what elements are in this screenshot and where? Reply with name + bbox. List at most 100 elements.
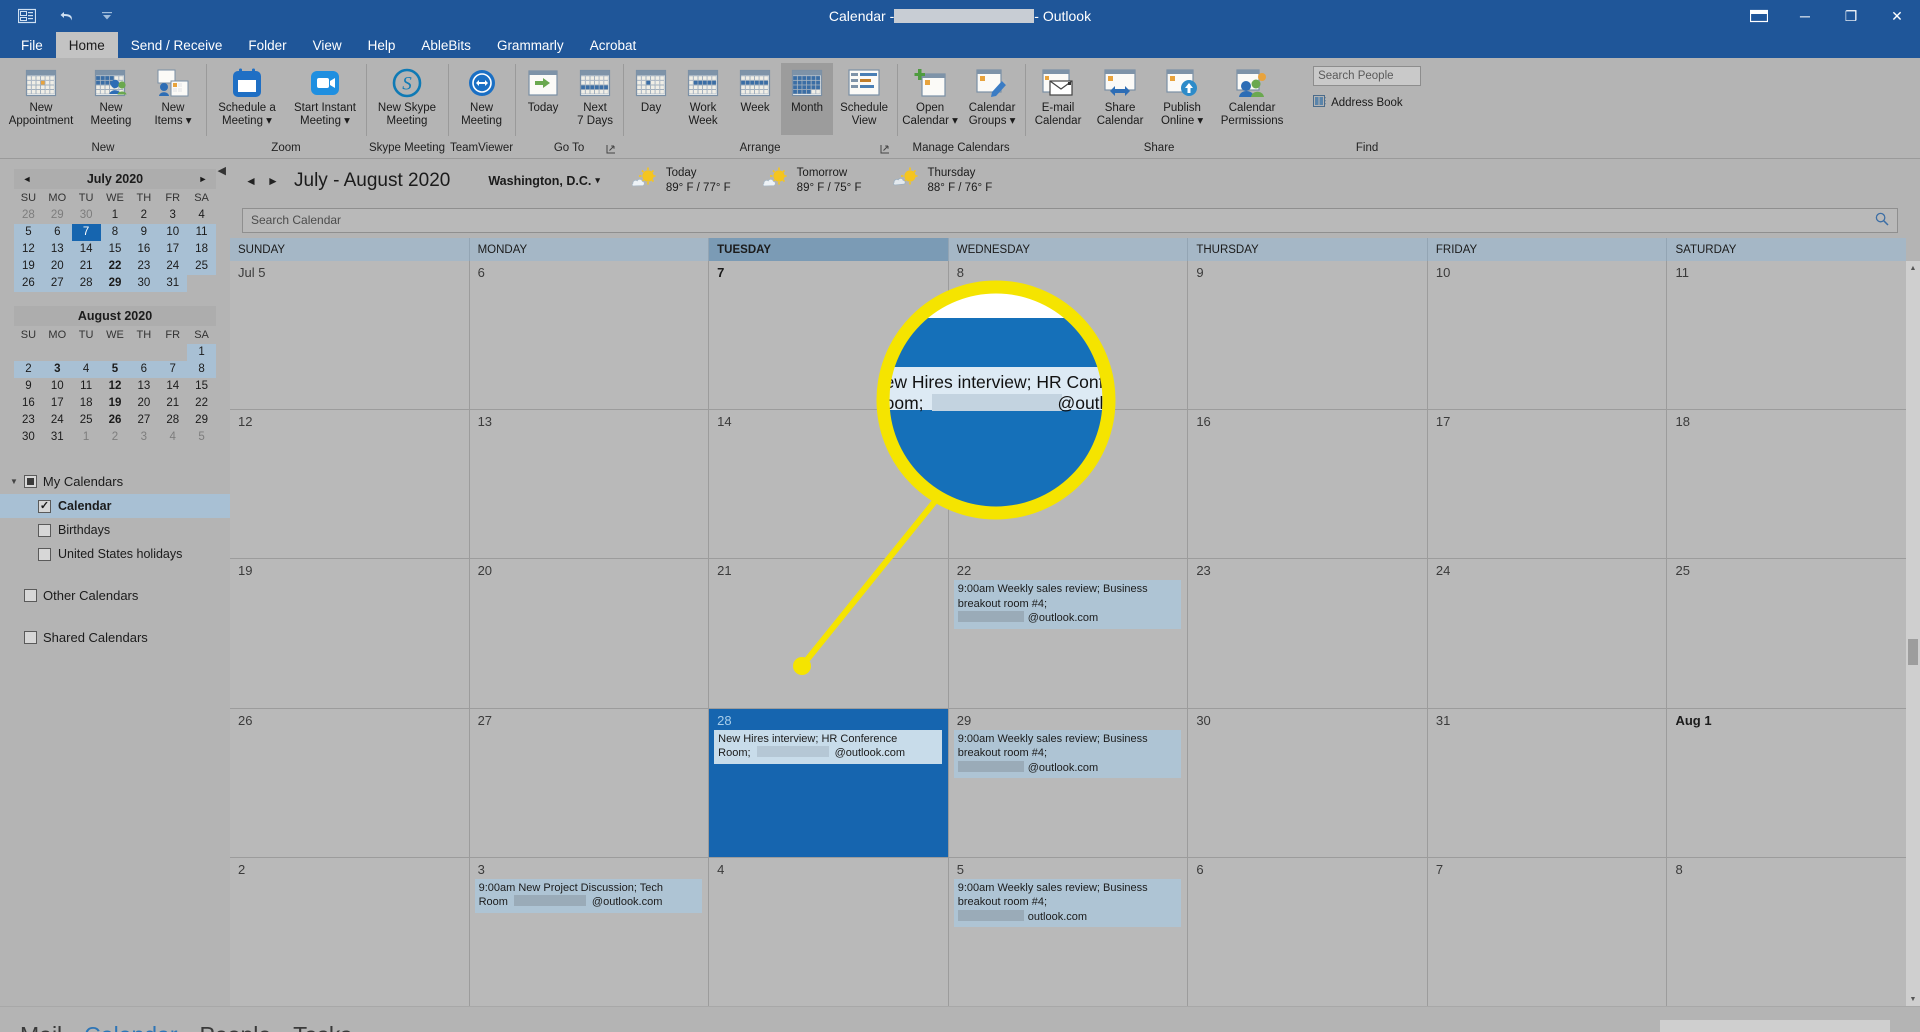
calendar-item-checkbox[interactable] <box>38 547 51 561</box>
mini-calendar-day[interactable]: 15 <box>187 378 216 395</box>
ribbon-button-next-7-days[interactable]: Next 7 Days <box>569 63 621 135</box>
calendar-appointment[interactable]: 9:00am Weekly sales review; Business brea… <box>953 729 1182 779</box>
ribbon-tab-ablebits[interactable]: AbleBits <box>408 32 484 58</box>
next-period-button[interactable]: ► <box>262 169 284 193</box>
ribbon-button-calendar-permissions[interactable]: Calendar Permissions <box>1213 63 1291 135</box>
module-nav-people[interactable]: People <box>200 1022 272 1032</box>
ribbon-button-week[interactable]: Week <box>729 63 781 135</box>
mini-calendar-day[interactable]: 3 <box>158 207 187 224</box>
scroll-up-button[interactable]: ▲ <box>1906 261 1920 275</box>
calendar-item-calendar[interactable]: ✓ Calendar <box>0 494 230 518</box>
mini-calendar-day[interactable]: 31 <box>43 429 72 446</box>
mini-calendar-day[interactable]: 30 <box>72 207 101 224</box>
mini-calendar-day[interactable]: 22 <box>187 395 216 412</box>
minimize-button[interactable]: ─ <box>1782 0 1828 32</box>
mini-calendar-day[interactable]: 5 <box>100 361 130 378</box>
mini-calendar-day[interactable]: 3 <box>129 429 158 446</box>
ribbon-tab-view[interactable]: View <box>300 32 355 58</box>
module-nav-overflow-icon[interactable]: ••• <box>374 1022 401 1032</box>
calendar-day-cell[interactable]: 7 <box>708 261 948 410</box>
calendar-item-united-states-holidays[interactable]: United States holidays <box>0 542 230 566</box>
ribbon-button-share-calendar[interactable]: Share Calendar <box>1089 63 1151 135</box>
calendar-appointment[interactable]: 9:00am Weekly sales review; Business brea… <box>953 878 1182 928</box>
expand-triangle-icon[interactable]: ▼ <box>10 477 18 486</box>
outlook-app-icon[interactable] <box>14 5 40 27</box>
mini-calendar-day[interactable]: 29 <box>43 207 72 224</box>
calendar-day-cell[interactable]: 6 <box>468 261 709 410</box>
ribbon-button-new-meeting[interactable]: New Meeting <box>80 63 142 135</box>
weather-forecast-thursday[interactable]: Thursday 88° F / 76° F <box>893 166 992 196</box>
mini-calendar-day[interactable]: 6 <box>129 361 159 378</box>
ribbon-button-schedule-a-meeting[interactable]: Schedule a Meeting ▾ <box>208 63 286 135</box>
mini-calendar-day[interactable]: 27 <box>129 412 158 429</box>
weather-location-selector[interactable]: Washington, D.C. ▾ <box>488 174 600 188</box>
ribbon-button-publish-online[interactable]: Publish Online ▾ <box>1151 63 1213 135</box>
mini-calendar-day[interactable]: 5 <box>187 429 216 446</box>
weather-forecast-today[interactable]: Today 89° F / 77° F <box>631 166 731 196</box>
calendar-day-cell[interactable]: 24 <box>1426 559 1667 708</box>
mini-calendar-next-button[interactable]: ► <box>196 174 210 184</box>
ribbon-tab-acrobat[interactable]: Acrobat <box>577 32 650 58</box>
day-header-saturday[interactable]: SATURDAY <box>1666 238 1906 261</box>
mini-calendar-day[interactable]: 22 <box>100 258 130 275</box>
mini-calendar-day[interactable]: 2 <box>14 361 43 378</box>
ribbon-button-start-instant-meeting[interactable]: Start Instant Meeting ▾ <box>286 63 364 135</box>
mini-calendar-day[interactable]: 8 <box>100 224 130 241</box>
scrollbar-thumb[interactable] <box>1908 639 1918 665</box>
mini-calendar-day[interactable]: 8 <box>187 361 216 378</box>
calendar-day-cell[interactable]: 25 <box>1666 559 1907 708</box>
day-header-friday[interactable]: FRIDAY <box>1426 238 1667 261</box>
mini-calendar-day[interactable]: 2 <box>101 429 130 446</box>
mini-calendar-day[interactable]: 25 <box>187 258 216 275</box>
mini-calendar-day[interactable]: 29 <box>187 412 216 429</box>
ribbon-tab-file[interactable]: File <box>8 32 56 58</box>
mini-calendar-day[interactable]: 12 <box>14 241 43 258</box>
ribbon-tab-grammarly[interactable]: Grammarly <box>484 32 577 58</box>
mini-calendar-day[interactable]: 2 <box>129 207 158 224</box>
calendar-day-cell[interactable]: 7 <box>1426 857 1667 1007</box>
mini-calendar-day[interactable]: 27 <box>42 275 72 292</box>
mini-calendar-day[interactable]: 7 <box>158 361 188 378</box>
mini-calendar-day[interactable]: 4 <box>187 207 216 224</box>
undo-icon[interactable] <box>54 5 80 27</box>
calendar-item-birthdays[interactable]: Birthdays <box>0 518 230 542</box>
mini-calendar-day[interactable]: 26 <box>101 412 130 429</box>
ribbon-tab-help[interactable]: Help <box>355 32 409 58</box>
weather-forecast-tomorrow[interactable]: Tomorrow 89° F / 75° F <box>762 166 861 196</box>
mini-calendar-day[interactable]: 31 <box>158 275 188 292</box>
ribbon-tab-home[interactable]: Home <box>55 32 118 58</box>
calendar-day-cell[interactable]: 14 <box>708 410 948 559</box>
mini-calendar-day[interactable]: 9 <box>129 224 159 241</box>
calendar-day-cell[interactable]: 18 <box>1666 410 1907 559</box>
dialog-launcher-icon[interactable] <box>880 144 891 155</box>
calendar-day-cell[interactable]: 29 9:00am Weekly sales review; Business br… <box>947 708 1188 857</box>
calendar-day-cell[interactable]: 8 <box>1666 857 1907 1007</box>
scroll-down-button[interactable]: ▼ <box>1906 992 1920 1006</box>
mini-calendar-day[interactable]: 30 <box>129 275 159 292</box>
ribbon-button-open-calendar[interactable]: Open Calendar ▾ <box>899 63 961 135</box>
mini-calendar-day[interactable]: 19 <box>14 258 43 275</box>
calendar-appointment[interactable]: 9:00am Weekly sales review; Business brea… <box>953 580 1182 629</box>
calendar-day-cell[interactable]: 3 9:00am New Project Discussion; Tech Room… <box>468 857 709 1007</box>
ribbon-tab-folder[interactable]: Folder <box>235 32 299 58</box>
mini-calendar-day[interactable]: 28 <box>14 207 43 224</box>
calendar-day-cell[interactable]: 2 <box>230 857 469 1007</box>
mini-calendar-day[interactable]: 24 <box>158 258 188 275</box>
ribbon-button-day[interactable]: Day <box>625 63 677 135</box>
mini-calendar-day[interactable]: 20 <box>42 258 72 275</box>
calendar-day-cell[interactable]: 5 9:00am Weekly sales review; Business bre… <box>947 857 1188 1007</box>
mini-calendar-day[interactable]: 17 <box>158 241 188 258</box>
ribbon-display-options-icon[interactable] <box>1736 0 1782 32</box>
day-header-sunday[interactable]: SUNDAY <box>230 238 469 261</box>
restore-button[interactable]: ❐ <box>1828 0 1874 32</box>
calendar-vertical-scrollbar[interactable]: ▲ ▼ <box>1906 261 1920 1006</box>
module-nav-calendar[interactable]: Calendar <box>84 1022 177 1032</box>
mini-calendar-day[interactable]: 10 <box>43 378 72 395</box>
search-icon[interactable] <box>1875 212 1889 229</box>
calendar-day-cell[interactable]: 16 <box>1187 410 1427 559</box>
mini-calendar-day[interactable]: 4 <box>71 361 101 378</box>
mini-calendar-day[interactable]: 1 <box>72 429 101 446</box>
ribbon-button-new-appointment[interactable]: New Appointment <box>2 63 80 135</box>
mini-calendar-day[interactable]: 6 <box>42 224 72 241</box>
calendar-day-cell[interactable]: 8 <box>947 261 1188 410</box>
